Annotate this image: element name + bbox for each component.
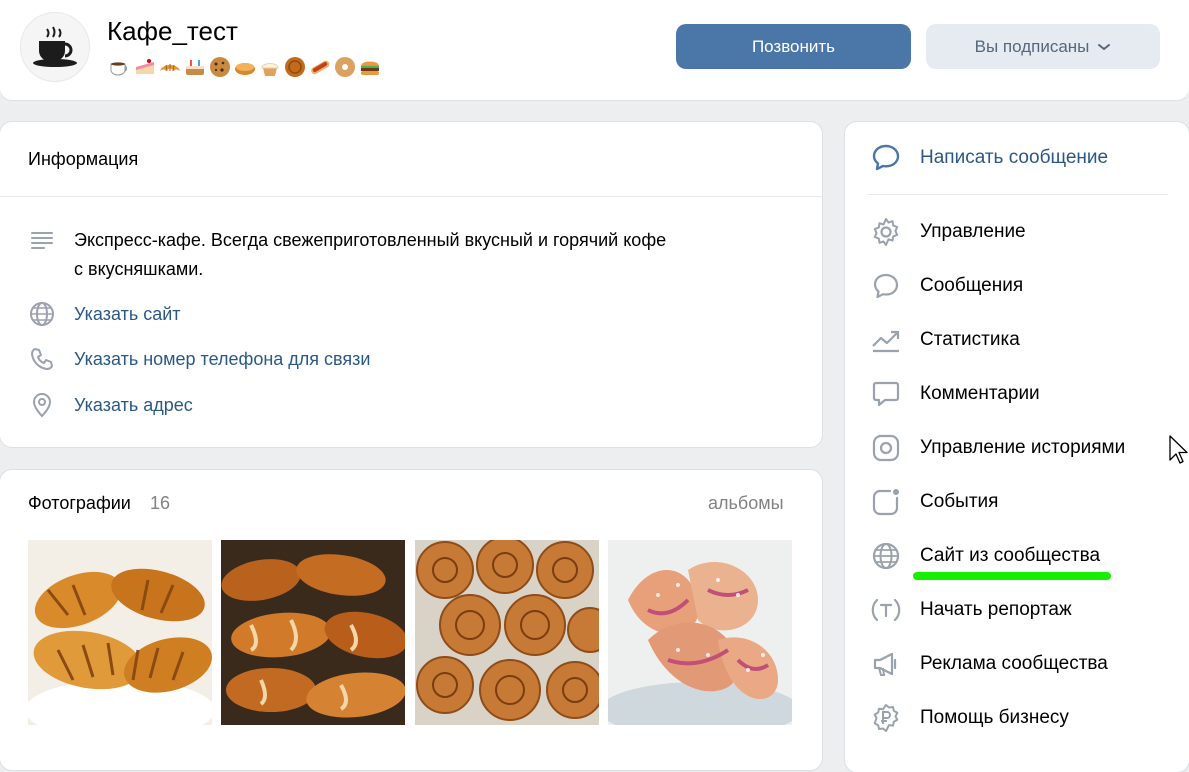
divider [0, 196, 822, 197]
croissant-emoji [160, 64, 180, 72]
chat-bubble-icon [872, 144, 900, 171]
menu-item-events[interactable]: События [870, 485, 998, 519]
bagel-emoji [335, 57, 355, 77]
info-title: Информация [28, 149, 139, 169]
community-header: Кафе_тест Позвонить Вы подписаны [0, 0, 1189, 100]
website-row[interactable]: Указать сайт [28, 300, 181, 328]
menu-item-label: Помощь бизнесу [920, 707, 1069, 728]
sugar-pastries-photo[interactable] [608, 540, 792, 725]
menu-item-label: События [920, 491, 999, 512]
highlight-underline [913, 572, 1111, 580]
subscribed-button-label: Вы подписаны [974, 36, 1090, 56]
subscribed-button[interactable]: Вы подписаны [926, 24, 1160, 69]
menu-item-label: Статистика [920, 329, 1020, 350]
call-button[interactable]: Позвонить [676, 24, 911, 69]
ruble-icon [873, 704, 899, 732]
birthday-cake-emoji [186, 60, 204, 75]
chevron-down-icon [1098, 43, 1111, 50]
phone-link[interactable]: Указать номер телефона для связи [74, 345, 370, 373]
chat-icon [873, 273, 899, 299]
pie-emoji [235, 63, 255, 75]
phone-icon [31, 348, 53, 370]
photos-title[interactable]: Фотографии [28, 493, 131, 514]
menu-item-stories[interactable]: Управление историями [870, 431, 1125, 465]
menu-item-label: Комментарии [920, 383, 1040, 404]
description-row: Экспресс-кафе. Всегда свежеприготовленны… [28, 226, 666, 284]
location-pin-icon [32, 393, 52, 418]
description-line: Экспресс-кафе. Всегда свежеприготовленны… [74, 230, 667, 250]
address-link[interactable]: Указать адрес [74, 391, 193, 419]
menu-item-community-site[interactable]: Сайт из сообщества [870, 539, 1100, 573]
menu-item-management[interactable]: Управление [870, 215, 1026, 249]
mouse-cursor-icon [1169, 435, 1188, 464]
broadcast-icon [871, 598, 901, 622]
comment-icon [872, 381, 900, 407]
coffee-emoji [110, 62, 128, 76]
menu-item-statistics[interactable]: Статистика [870, 323, 1020, 357]
community-description: Экспресс-кафе. Всегда свежеприготовленны… [74, 226, 666, 284]
page-title: Кафе_тест [107, 16, 238, 46]
menu-item-label: Сайт из сообщества [920, 545, 1101, 566]
menu-item-messages[interactable]: Сообщения [870, 269, 1023, 303]
hotdog-emoji [311, 60, 330, 75]
burger-emoji [361, 61, 379, 75]
mooncake-emoji [285, 57, 305, 77]
albums-link[interactable]: альбомы [708, 493, 784, 514]
croissants-photo[interactable] [28, 540, 212, 725]
write-message-label: Написать сообщение [920, 147, 1109, 168]
menu-item-business-help[interactable]: Помощь бизнесу [870, 701, 1069, 735]
emoji-row [108, 54, 382, 80]
stories-icon [872, 434, 900, 462]
cupcake-emoji [261, 63, 279, 76]
coffee-cup-icon [33, 26, 77, 67]
event-icon [872, 489, 899, 516]
phone-row[interactable]: Указать номер телефона для связи [28, 345, 370, 373]
menu-item-start-broadcast[interactable]: Начать репортаж [870, 593, 1072, 627]
address-row[interactable]: Указать адрес [28, 391, 193, 419]
menu-item-label: Реклама сообщества [920, 653, 1108, 674]
photos-count: 16 [150, 493, 171, 513]
divider [868, 194, 1168, 195]
globe-icon [30, 302, 54, 326]
website-link[interactable]: Указать сайт [74, 300, 181, 328]
call-button-label: Позвонить [751, 36, 836, 56]
globe-icon [872, 542, 900, 570]
menu-item-label: Сообщения [920, 275, 1024, 296]
gear-icon [873, 218, 899, 246]
community-avatar[interactable] [20, 12, 90, 82]
cake-slice-emoji [136, 59, 154, 74]
menu-item-label: Управление [920, 221, 1026, 242]
menu-item-comments[interactable]: Комментарии [870, 377, 1040, 411]
menu-item-label: Управление историями [920, 437, 1126, 458]
write-message-button[interactable]: Написать сообщение [870, 141, 1108, 175]
menu-item-label: Начать репортаж [920, 599, 1072, 620]
text-lines-icon [31, 232, 53, 249]
cookie-emoji [210, 57, 230, 77]
menu-item-advertising[interactable]: Реклама сообщества [870, 647, 1108, 681]
rolls-photo[interactable] [221, 540, 405, 725]
cinnamon-buns-photo[interactable] [415, 540, 599, 725]
chart-icon [872, 330, 900, 353]
megaphone-icon [873, 652, 897, 676]
description-line: с вкусняшками. [74, 259, 204, 279]
